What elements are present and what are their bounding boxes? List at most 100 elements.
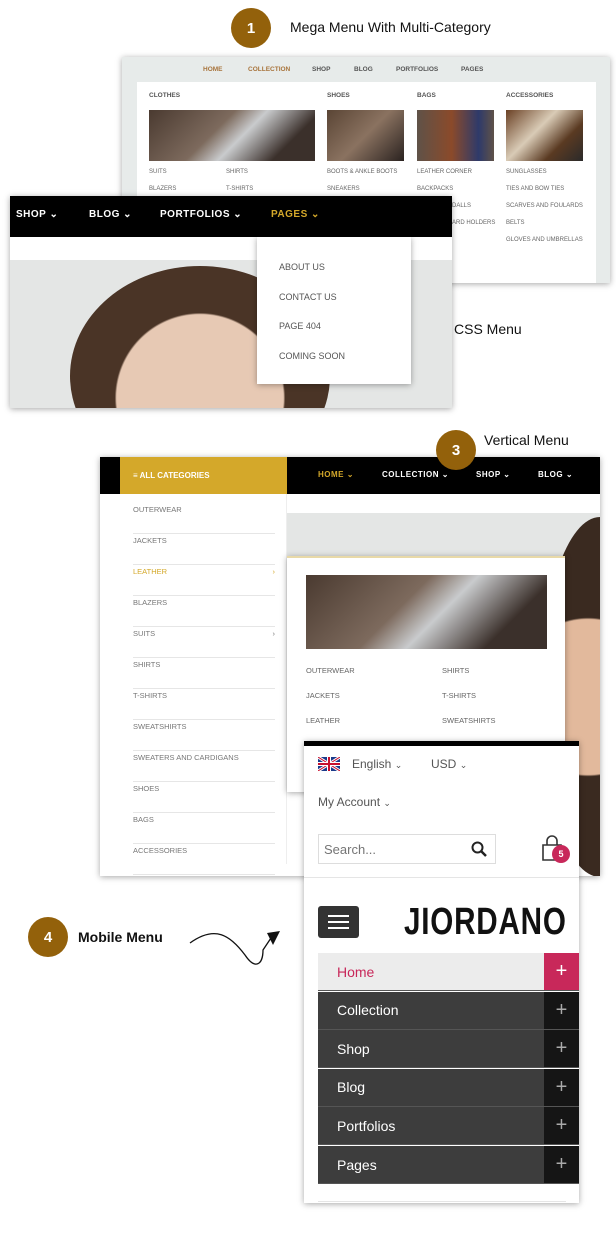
mega-link[interactable]: SUNGLASSES (506, 169, 547, 175)
account-label: My Account (318, 795, 381, 809)
logo[interactable]: JIORDANO (404, 901, 567, 944)
currency-selector[interactable]: USD ⌄ (431, 757, 467, 771)
caption-css-menu: CSS Menu (454, 321, 522, 337)
nav-label: SHOP (476, 470, 501, 479)
caption-vertical-menu: Vertical Menu (484, 432, 569, 448)
hero-area (287, 513, 600, 556)
nav-pages[interactable]: PAGES (461, 66, 483, 73)
nav-home[interactable]: HOME ⌄ (318, 470, 354, 479)
submenu-link[interactable]: LEATHER (306, 716, 340, 725)
sidebar-item-label: LEATHER (133, 567, 168, 576)
sidebar-item[interactable]: SWEATERS AND CARDIGANS (133, 751, 275, 782)
arrow-icon (189, 931, 280, 965)
search-icon[interactable] (471, 841, 487, 857)
nav-pages[interactable]: PAGES ⌄ (271, 209, 320, 220)
sidebar-item[interactable]: ACCESSORIES (133, 844, 275, 875)
hamburger-button[interactable] (318, 906, 359, 938)
mega-link[interactable]: T-SHIRTS (226, 186, 253, 192)
menu-item-label: Home (337, 963, 375, 980)
sidebar-item[interactable]: SUITS › (133, 627, 275, 658)
plus-icon[interactable]: + (544, 1146, 579, 1183)
accessories-image (506, 110, 583, 161)
plus-icon[interactable]: + (544, 953, 579, 990)
submenu-link[interactable]: JACKETS (306, 691, 340, 700)
mega-link[interactable]: DALLS (452, 203, 471, 209)
mega-link[interactable]: BOOTS & ANKLE BOOTS (327, 169, 397, 175)
plus-icon[interactable]: + (544, 1030, 579, 1068)
mega-link[interactable]: SHIRTS (226, 169, 248, 175)
sidebar-item-label: SWEATERS AND CARDIGANS (133, 753, 239, 762)
menu-item-label: Portfolios (337, 1117, 396, 1134)
mobile-menu-item[interactable]: Collection + (318, 991, 579, 1030)
menu-icon: ≡ (133, 471, 138, 480)
sidebar-item[interactable]: SWEATSHIRTS (133, 720, 275, 751)
dropdown-item-contact[interactable]: CONTACT US (279, 292, 337, 302)
submenu-link[interactable]: SWEATSHIRTS (442, 716, 495, 725)
nav-label: SHOP (16, 209, 47, 220)
search-input[interactable] (318, 834, 496, 864)
submenu-link[interactable]: T-SHIRTS (442, 691, 476, 700)
sidebar-item[interactable]: SHOES (133, 782, 275, 813)
nav-label: PAGES (271, 209, 308, 220)
submenu-link[interactable]: SHIRTS (442, 666, 469, 675)
mega-link[interactable]: ARD HOLDERS (452, 220, 495, 226)
sidebar-item[interactable]: SHIRTS (133, 658, 275, 689)
col-title-shoes: SHOES (327, 92, 350, 99)
plus-icon[interactable]: + (544, 1107, 579, 1145)
nav-blog[interactable]: BLOG ⌄ (89, 209, 132, 220)
nav-shop[interactable]: SHOP ⌄ (16, 209, 58, 220)
nav-shop[interactable]: SHOP (312, 66, 330, 73)
mega-link[interactable]: SUITS (149, 169, 167, 175)
sidebar-item-label: BLAZERS (133, 598, 168, 607)
mega-link[interactable]: BACKPACKS (417, 186, 453, 192)
sidebar-item[interactable]: JACKETS (133, 534, 275, 565)
nav-label: BLOG (538, 470, 564, 479)
all-categories-label: ALL CATEGORIES (139, 471, 210, 480)
chevron-right-icon: › (272, 567, 276, 576)
caption-mobile-menu: Mobile Menu (78, 929, 163, 945)
sidebar-item[interactable]: BLAZERS (133, 596, 275, 627)
nav-portfolios[interactable]: PORTFOLIOS (396, 66, 438, 73)
mobile-menu-item[interactable]: Home + (318, 953, 579, 991)
sidebar-item[interactable]: BAGS (133, 813, 275, 844)
plus-icon[interactable]: + (544, 1068, 579, 1106)
divider (304, 877, 579, 878)
mega-link[interactable]: BELTS (506, 220, 525, 226)
mega-link[interactable]: LEATHER CORNER (417, 169, 472, 175)
sidebar-item[interactable]: LEATHER › (133, 565, 275, 596)
mega-link[interactable]: TIES AND BOW TIES (506, 186, 564, 192)
plus-icon[interactable]: + (544, 991, 579, 1029)
language-selector[interactable]: English ⌄ (352, 757, 402, 771)
mobile-menu-item[interactable]: Blog + (318, 1068, 579, 1107)
menu-item-label: Blog (337, 1079, 366, 1096)
mega-link[interactable]: SNEAKERS (327, 186, 360, 192)
nav-blog[interactable]: BLOG ⌄ (538, 470, 573, 479)
dropdown-item-about[interactable]: ABOUT US (279, 262, 325, 272)
mega-link[interactable]: BLAZERS (149, 186, 176, 192)
caption-mega-menu: Mega Menu With Multi-Category (290, 19, 491, 35)
chevron-down-icon: ⌄ (394, 760, 403, 770)
submenu-link[interactable]: OUTERWEAR (306, 666, 355, 675)
mobile-menu-item[interactable]: Portfolios + (318, 1107, 579, 1146)
mega-link[interactable]: GLOVES AND UMBRELLAS (506, 237, 583, 243)
mobile-menu-item[interactable]: Pages + (318, 1146, 579, 1184)
menu-item-label: Collection (337, 1002, 399, 1019)
dropdown-item-coming-soon[interactable]: COMING SOON (279, 351, 345, 361)
account-selector[interactable]: My Account ⌄ (318, 795, 391, 809)
mobile-menu-item[interactable]: Shop + (318, 1030, 579, 1069)
sidebar-item-label: SWEATSHIRTS (133, 722, 187, 731)
all-categories-button[interactable]: ≡ ALL CATEGORIES (120, 457, 287, 494)
nav-home[interactable]: HOME (203, 66, 223, 73)
mega-link[interactable]: SCARVES AND FOULARDS (506, 203, 583, 209)
sidebar-item-label: ACCESSORIES (133, 846, 188, 855)
nav-collection[interactable]: COLLECTION ⌄ (382, 470, 449, 479)
nav-portfolios[interactable]: PORTFOLIOS ⌄ (160, 209, 242, 220)
dropdown-item-404[interactable]: PAGE 404 (279, 321, 321, 331)
currency-label: USD (431, 757, 457, 771)
sidebar-item[interactable]: OUTERWEAR (133, 503, 275, 534)
nav-blog[interactable]: BLOG (354, 66, 373, 73)
nav-shop[interactable]: SHOP ⌄ (476, 470, 510, 479)
sidebar-item[interactable]: T-SHIRTS (133, 689, 275, 720)
nav-collection[interactable]: COLLECTION (248, 66, 290, 73)
menu-item-label: Shop (337, 1040, 370, 1057)
